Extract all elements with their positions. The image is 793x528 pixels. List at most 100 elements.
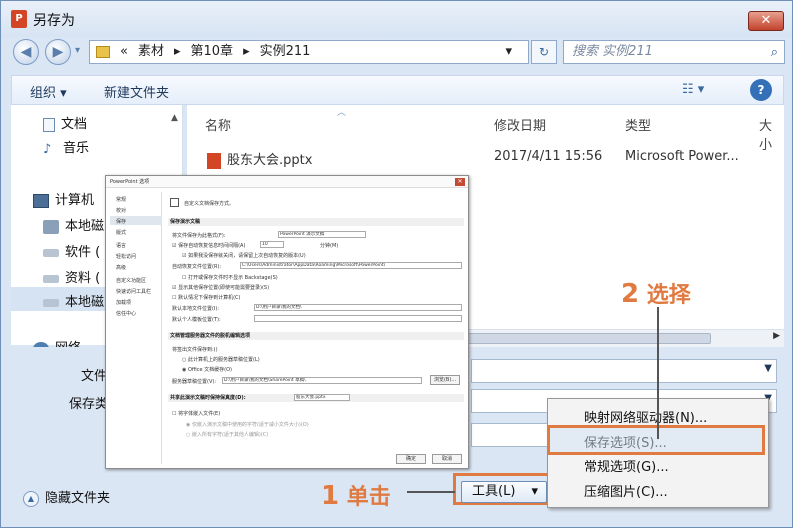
sidebar-item-documents[interactable]: 文档 bbox=[43, 113, 87, 132]
hide-folders-toggle[interactable]: ▲ 隐藏文件夹 bbox=[23, 487, 110, 507]
ppt-nav-quick-access[interactable]: 快速访问工具栏 bbox=[116, 288, 151, 295]
column-header-name[interactable]: 名称 bbox=[205, 115, 231, 134]
ppt-row-keep-last[interactable]: ☑ 如果我没保存就关闭，请保留上次自动恢复的版本(U) bbox=[182, 252, 306, 259]
refresh-icon[interactable]: ↻ bbox=[531, 40, 557, 64]
file-type: Microsoft Power... bbox=[625, 149, 739, 164]
title-bar: P 另存为 ✕ bbox=[1, 1, 792, 37]
ppt-offline-server-label: 此计算机上的服务器草稿位置(L) bbox=[187, 357, 260, 363]
ppt-row-format: 将文件保存为此格式(F): bbox=[172, 233, 226, 239]
document-icon bbox=[43, 117, 55, 132]
file-date: 2017/4/11 15:56 bbox=[494, 149, 603, 164]
scroll-up-icon[interactable]: ▲ bbox=[171, 113, 178, 123]
ppt-nav-general[interactable]: 常规 bbox=[116, 196, 126, 203]
ppt-drafts-path-input[interactable]: D:\用户目录\我的文档\SharePoint 草稿\ bbox=[222, 377, 422, 384]
breadcrumb-prefix: « bbox=[120, 44, 128, 59]
sidebar-item-label: 文档 bbox=[61, 117, 88, 132]
scroll-right-icon[interactable]: ▶ bbox=[773, 331, 780, 341]
breadcrumb-separator[interactable]: ▸ bbox=[243, 44, 250, 59]
ppt-nav-advanced[interactable]: 高级 bbox=[116, 264, 126, 271]
ppt-fidelity-select[interactable]: 股东大会.pptx bbox=[294, 394, 350, 401]
save-as-dialog: P 另存为 ✕ ◀ ▶ ▾ « 素材 ▸ 第10章 ▸ 实例211 ▾ ↻ 搜索 实例21… bbox=[0, 0, 793, 528]
ppt-row-save-local[interactable]: ☐ 默认情况下保存到计算机(C) bbox=[172, 294, 240, 301]
sidebar-item-music[interactable]: ♪ 音乐 bbox=[43, 137, 89, 157]
dialog-title: 另存为 bbox=[33, 13, 75, 29]
ppt-row-interval[interactable]: ☑ 保存自动恢复信息时间间隔(A) bbox=[172, 242, 245, 249]
column-header-date[interactable]: 修改日期 bbox=[494, 115, 546, 134]
ppt-offline-cache-option[interactable]: ◉ Office 文档缓存(O) bbox=[182, 366, 232, 373]
ppt-embed-used-chars[interactable]: ◉ 仅嵌入演示文稿中使用的字符(适于减小文件大小)(O) bbox=[186, 421, 309, 428]
ppt-nav-accessibility[interactable]: 轻松访问 bbox=[116, 253, 136, 260]
column-header-size[interactable]: 大小 bbox=[759, 115, 784, 153]
ppt-nav-layout[interactable]: 版式 bbox=[116, 229, 126, 236]
ppt-offline-server-option[interactable]: ○ 此计算机上的服务器草稿位置(L) bbox=[182, 356, 260, 363]
command-toolbar: 组织 ▾ 新建文件夹 ☷ ▾ ? bbox=[11, 75, 784, 105]
sidebar-item-label: 软件 ( bbox=[65, 245, 101, 260]
ppt-nav-addins[interactable]: 加载项 bbox=[116, 299, 131, 306]
forward-arrow-icon[interactable]: ▶ bbox=[45, 39, 71, 65]
ppt-nav-proofing[interactable]: 校对 bbox=[116, 207, 126, 214]
ppt-recover-path-input[interactable]: C:\Users\Administrator\AppData\Roaming\M… bbox=[240, 262, 462, 269]
breadcrumb-item[interactable]: 实例211 bbox=[260, 44, 311, 59]
drive-icon bbox=[43, 248, 59, 257]
help-icon[interactable]: ? bbox=[750, 79, 772, 101]
column-header-type[interactable]: 类型 bbox=[625, 115, 651, 134]
drive-icon bbox=[43, 274, 59, 283]
ppt-nav-save[interactable]: 保存 bbox=[116, 218, 126, 225]
ppt-row-show-locations[interactable]: ☑ 显示其他保存位置(即使可能需要登录)(S) bbox=[172, 284, 269, 291]
tools-dropdown-icon: ▾ bbox=[531, 484, 538, 499]
annotation-pointer-line bbox=[657, 307, 659, 439]
sort-indicator-icon: ︿ bbox=[337, 108, 347, 118]
sidebar-item-drive-data[interactable]: 资料 ( bbox=[43, 267, 100, 286]
ppt-local-path-input[interactable]: D:\用户目录\我的文档\ bbox=[254, 304, 462, 311]
ppt-embed-fonts[interactable]: ☐ 将字体嵌入文件(E) bbox=[172, 410, 220, 417]
breadcrumb-item[interactable]: 第10章 bbox=[191, 44, 234, 59]
ppt-nav-trust-center[interactable]: 信任中心 bbox=[116, 310, 136, 317]
search-placeholder: 搜索 实例211 bbox=[572, 44, 653, 59]
file-name: 股东大会.pptx bbox=[207, 149, 312, 169]
breadcrumb-separator[interactable]: ▸ bbox=[174, 44, 181, 59]
tools-button[interactable]: 工具(L) ▾ bbox=[461, 481, 547, 503]
ppt-row-backstage[interactable]: ☐ 打开或保存文件时不显示 Backstage(S) bbox=[182, 274, 278, 281]
ppt-cancel-button[interactable]: 取消 bbox=[432, 454, 462, 464]
close-button[interactable]: ✕ bbox=[748, 11, 784, 31]
music-icon: ♪ bbox=[43, 141, 52, 157]
ppt-nav-customize-ribbon[interactable]: 自定义功能区 bbox=[116, 277, 146, 284]
ppt-row-template-location: 默认个人模板位置(T): bbox=[172, 317, 221, 323]
sidebar-item-drive-software[interactable]: 软件 ( bbox=[43, 241, 100, 260]
ppt-nav-language[interactable]: 语言 bbox=[116, 242, 126, 249]
ppt-ok-button[interactable]: 确定 bbox=[396, 454, 426, 464]
ppt-format-select[interactable]: PowerPoint 演示文稿 bbox=[278, 231, 366, 238]
save-disk-icon bbox=[170, 198, 179, 207]
menu-item-map-network-drive[interactable]: 映射网络驱动器(N)... bbox=[584, 407, 707, 426]
search-input[interactable]: 搜索 实例211 ⌕ bbox=[563, 40, 785, 64]
annotation-step1: 1 单击 bbox=[321, 479, 391, 511]
address-dropdown-icon[interactable]: ▾ bbox=[505, 41, 512, 63]
back-arrow-icon[interactable]: ◀ bbox=[13, 39, 39, 65]
ppt-browse-button[interactable]: 浏览(B)... bbox=[430, 375, 460, 385]
view-options-icon[interactable]: ☷ ▾ bbox=[682, 82, 704, 97]
menu-item-general-options[interactable]: 常规选项(G)... bbox=[584, 456, 669, 475]
author-input[interactable] bbox=[471, 423, 551, 447]
history-dropdown-icon[interactable]: ▾ bbox=[75, 45, 80, 56]
ppt-template-path-input[interactable] bbox=[254, 315, 462, 322]
filename-input[interactable]: ▼ bbox=[471, 359, 777, 383]
ppt-embed-all-chars[interactable]: ○ 嵌入所有字符(适于其他人编辑)(C) bbox=[186, 431, 268, 438]
ppt-close-icon[interactable]: ✕ bbox=[455, 178, 465, 186]
sidebar-item-label: 计算机 bbox=[55, 193, 95, 208]
sidebar-item-computer[interactable]: 计算机 bbox=[33, 189, 94, 208]
ppt-options-main: 自定义文档保存方式。 保存演示文稿 将文件保存为此格式(F): PowerPoi… bbox=[168, 190, 466, 468]
ppt-interval-input[interactable]: 10 bbox=[260, 241, 284, 248]
ppt-row-interval-label: 保存自动恢复信息时间间隔(A) bbox=[178, 243, 246, 249]
organize-menu-button[interactable]: 组织 ▾ bbox=[30, 82, 67, 101]
breadcrumb-item[interactable]: 素材 bbox=[138, 44, 164, 59]
sidebar-item-drive-c[interactable]: 本地磁 bbox=[43, 215, 104, 234]
new-folder-button[interactable]: 新建文件夹 bbox=[104, 82, 169, 101]
search-icon[interactable]: ⌕ bbox=[771, 42, 778, 64]
drive-icon bbox=[43, 298, 59, 307]
filename-dropdown-icon[interactable]: ▼ bbox=[764, 363, 772, 374]
sidebar-item-label: 本地磁 bbox=[65, 219, 105, 234]
menu-item-compress-pictures[interactable]: 压缩图片(C)... bbox=[584, 481, 668, 500]
address-bar[interactable]: « 素材 ▸ 第10章 ▸ 实例211 ▾ bbox=[89, 40, 529, 64]
ppt-row-recover-location: 自动恢复文件位置(R): bbox=[172, 264, 222, 270]
ppt-section-save: 保存演示文稿 bbox=[168, 218, 464, 226]
